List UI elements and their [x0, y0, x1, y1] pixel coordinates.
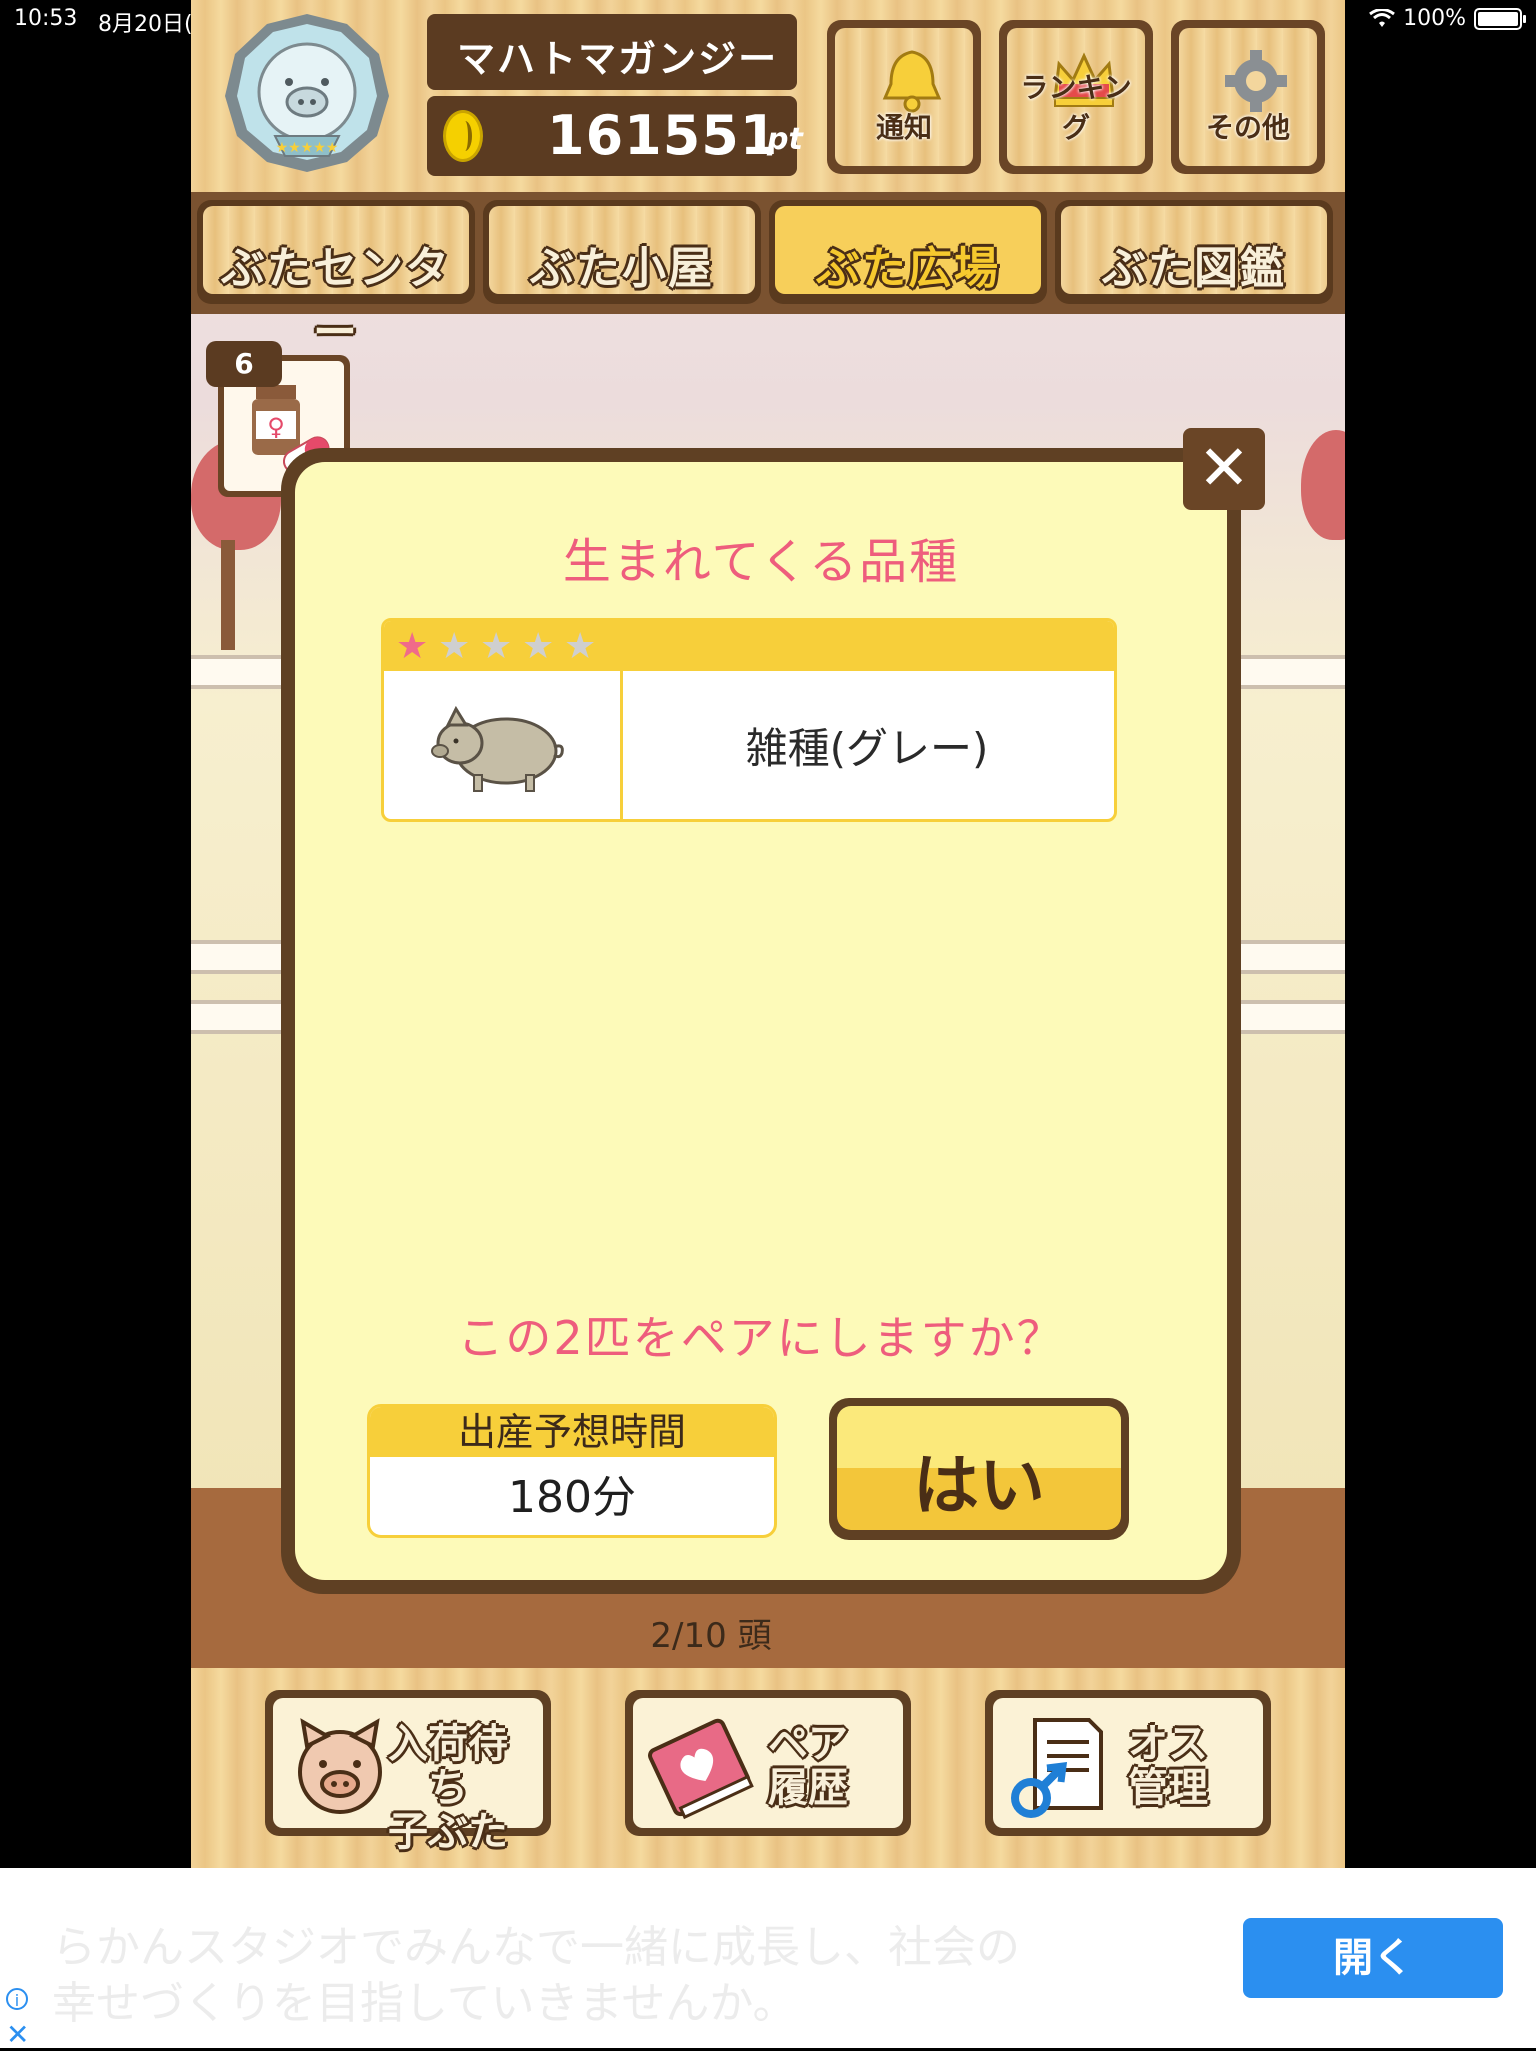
ad-text: らかんスタジオでみんなで一緒に成長し、社会の 幸せづくりを目指していきませんか。	[52, 1920, 1152, 2032]
ad-close-icon[interactable]: ✕	[6, 2018, 29, 2051]
tree	[1301, 430, 1345, 540]
birth-time-value: 180分	[508, 1472, 636, 1523]
star-icon: ★	[522, 626, 555, 667]
wifi-icon	[1369, 8, 1395, 27]
label-line: 入荷待ち	[388, 1721, 508, 1811]
ad-banner[interactable]: らかんスタジオでみんなで一緒に成長し、社会の 幸せづくりを目指していきませんか。…	[0, 1868, 1536, 2051]
male-management-label: オス 管理	[1093, 1722, 1243, 1810]
points-value: 161551	[547, 104, 779, 167]
label-line: ペア	[768, 1721, 848, 1767]
star-icon: ★	[480, 626, 513, 667]
tab-label: ぶた小屋	[530, 243, 714, 294]
player-name: マハトマガンジー	[427, 14, 797, 90]
top-bar: ★★★★★ マハトマガンジー 161551 pt 通知 ランキング その他	[191, 0, 1345, 192]
waiting-piglets-label: 入荷待ち 子ぶた	[373, 1722, 523, 1854]
tab-label: ぶた広場	[816, 243, 1000, 294]
bottom-menu: 入荷待ち 子ぶた ペア 履歴 オス 管理	[191, 1668, 1345, 1868]
confirm-question: この2匹をペアにしますか？	[457, 1311, 1065, 1365]
svg-text:♀: ♀	[267, 413, 285, 441]
tab-label: ぶた図鑑	[1102, 243, 1286, 294]
pig-count: 2/10 頭	[650, 1616, 772, 1656]
male-management-button[interactable]: オス 管理	[985, 1690, 1271, 1836]
star-icon: ★	[564, 626, 597, 667]
ranking-label: ランキング	[1020, 71, 1132, 144]
ad-open-button[interactable]: 開く	[1243, 1918, 1503, 1998]
rarity-stars: ★ ★ ★ ★ ★	[396, 629, 606, 665]
star-icon: ★	[438, 626, 471, 667]
battery-percent: 100%	[1403, 6, 1466, 31]
item-count: 6	[206, 341, 282, 387]
other-button[interactable]: その他	[1171, 20, 1325, 174]
waiting-piglets-button[interactable]: 入荷待ち 子ぶた	[265, 1690, 551, 1854]
pair-confirm-dialog: 生まれてくる品種 ★ ★ ★ ★ ★ 雑種(グレー) この2匹をペアにしますか？…	[281, 448, 1241, 1594]
other-label: その他	[1205, 111, 1290, 144]
label-line: 履歴	[768, 1765, 848, 1811]
star-icon: ★	[396, 626, 429, 667]
tab-buta-zukan[interactable]: ぶた図鑑	[1055, 200, 1333, 304]
label-line: 子ぶた	[388, 1809, 508, 1855]
birth-time-label: 出産予想時間	[370, 1407, 774, 1457]
status-right: 100%	[1369, 6, 1526, 31]
tab-buta-koya[interactable]: ぶた小屋	[483, 200, 761, 304]
tree-trunk	[221, 540, 235, 650]
ad-text-line: らかんスタジオでみんなで一緒に成長し、社会の	[52, 1922, 1020, 1973]
label-line: 管理	[1128, 1765, 1208, 1811]
points-unit: pt	[767, 122, 803, 157]
label-line: オス	[1128, 1721, 1208, 1767]
ad-text-line: 幸せづくりを目指していきませんか。	[52, 1978, 797, 2029]
tab-buta-center[interactable]: ぶたセンター	[197, 200, 475, 358]
svg-text:★★★★★: ★★★★★	[276, 140, 339, 156]
close-button[interactable]: ✕	[1183, 428, 1265, 510]
breed-name: 雑種(グレー)	[745, 723, 989, 773]
pig-avatar-badge-icon[interactable]: ★★★★★	[217, 10, 397, 180]
yes-button[interactable]: はい	[829, 1398, 1129, 1540]
ranking-button[interactable]: ランキング	[999, 20, 1153, 174]
dialog-title: 生まれてくる品種	[562, 534, 960, 590]
pair-history-button[interactable]: ペア 履歴	[625, 1690, 911, 1836]
coin-icon	[443, 110, 483, 162]
main-tabs: ぶたセンター ぶた小屋 ぶた広場 ぶた図鑑	[191, 192, 1345, 358]
pair-history-label: ペア 履歴	[733, 1722, 883, 1810]
tab-buta-hiroba[interactable]: ぶた広場	[769, 200, 1047, 304]
notification-label: 通知	[875, 111, 932, 144]
notification-button[interactable]: 通知	[827, 20, 981, 174]
breed-image-cell	[384, 671, 623, 819]
battery-icon	[1474, 7, 1526, 30]
breed-card: ★ ★ ★ ★ ★ 雑種(グレー)	[381, 618, 1117, 822]
rarity-header: ★ ★ ★ ★ ★	[384, 621, 1114, 671]
game-screen: 2/10 頭 ★★★★★ マハトマガンジー 161551 pt 通知 ランキング…	[191, 0, 1345, 1868]
yes-label: はい	[913, 1447, 1045, 1524]
birth-time-box: 出産予想時間 180分	[367, 1404, 777, 1538]
points-plate: 161551 pt	[427, 96, 803, 176]
status-time: 10:53	[14, 6, 78, 31]
ad-info-icon[interactable]: i	[6, 1988, 28, 2010]
grey-pig-icon	[431, 705, 564, 792]
